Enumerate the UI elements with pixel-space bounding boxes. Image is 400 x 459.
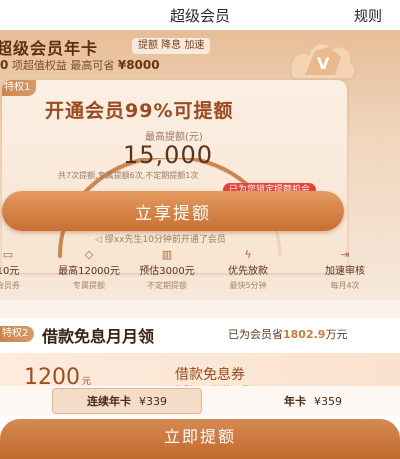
saved-prefix: 已为会员省: [228, 328, 283, 341]
benefit-item-exclusive-limit[interactable]: ◇ 最高12000元 专属提额: [54, 248, 124, 291]
benefits-row: ▭ 10元 会员券 ◇ 最高12000元 专属提额 ▥ 预估3000元 不定期提…: [0, 248, 400, 300]
broadcast-prefix: 缪xx先生10分钟前: [104, 235, 181, 245]
benefit-main: 10元: [0, 266, 20, 277]
benefit-item-fast-review[interactable]: ⇥ 加速审核 每月4次: [310, 248, 380, 291]
limit-description: 共7次提额,专属提额6次,不定期提额1次: [58, 171, 199, 180]
bottom-button-label: 立即提额: [163, 427, 236, 446]
plan-price: ¥339: [139, 394, 167, 408]
benefit-item-irregular-limit[interactable]: ▥ 预估3000元 不定期提额: [132, 248, 202, 291]
limit-icon: ◇: [84, 248, 94, 261]
rules-link[interactable]: 规则: [354, 6, 382, 26]
broadcast-suffix: 开通了会员: [180, 235, 226, 245]
limit-value: 15,000: [123, 141, 213, 169]
benefit-text: 项超值权益 最高可省: [8, 59, 118, 72]
benefit-sub: 最快5分钟: [229, 281, 267, 290]
coupon-icon: ▭: [2, 248, 14, 261]
top-nav-bar: 超级会员 规则: [0, 0, 400, 30]
enjoy-limit-increase-button[interactable]: 立享提额: [2, 191, 344, 231]
lightning-icon: ϟ: [244, 248, 252, 261]
chart-icon: ▥: [161, 248, 173, 261]
activity-broadcast: ◁ 缪xx先生10分钟前开通了会员: [95, 232, 226, 245]
accelerate-icon: ⇥: [340, 248, 350, 261]
hero-subtitle: 0 项超值权益 最高可省 ¥8000: [0, 57, 160, 73]
svg-text:V: V: [317, 54, 330, 73]
benefit-main: 最高12000元: [58, 266, 120, 277]
benefit-sub: 不定期提额: [147, 281, 187, 290]
benefit-item-priority-loan[interactable]: ϟ 优先放款 最快5分钟: [213, 248, 283, 291]
benefit-sub: 每月4次: [330, 281, 360, 290]
benefit-sub: 专属提额: [73, 281, 105, 290]
saved-total: 已为会员省1802.9万元: [228, 326, 347, 342]
card-headline: 开通会员99%可提额: [45, 100, 234, 122]
plan-option-continuous-annual[interactable]: 连续年卡 ¥339: [52, 388, 202, 414]
benefit-main: 预估3000元: [139, 266, 195, 277]
benefit-main: 加速审核: [325, 266, 365, 277]
page-title: 超级会员: [169, 6, 230, 25]
bottom-increase-button[interactable]: 立即提额: [0, 419, 400, 459]
privilege-2-tag: 特权2: [0, 326, 35, 342]
privilege-1-tag: 特权1: [2, 80, 37, 96]
saved-amount: 1802.9: [283, 328, 326, 341]
plan-selector: 连续年卡 ¥339 年卡 ¥359: [0, 386, 400, 416]
plan-name: 年卡: [284, 395, 306, 408]
max-saving-amount: ¥8000: [117, 58, 160, 72]
coupon-title: 借款免息券: [175, 367, 245, 383]
feature-tags: 提额 降息 加速: [132, 38, 211, 54]
speaker-icon: ◁: [95, 235, 102, 245]
benefit-item-coupon[interactable]: ▭ 10元 会员券: [0, 248, 43, 291]
benefit-sub: 会员券: [0, 281, 20, 290]
plan-name: 连续年卡: [87, 395, 131, 408]
saved-suffix: 万元: [325, 328, 348, 341]
vip-badge-icon: V: [290, 42, 356, 80]
plan-price: ¥359: [314, 394, 342, 408]
plan-option-annual[interactable]: 年卡 ¥359: [238, 388, 388, 414]
benefit-main: 优先放款: [228, 266, 268, 277]
privilege-2-title: 借款免息月月领: [42, 327, 155, 346]
annual-card-title: 超级会员年卡: [0, 39, 99, 58]
